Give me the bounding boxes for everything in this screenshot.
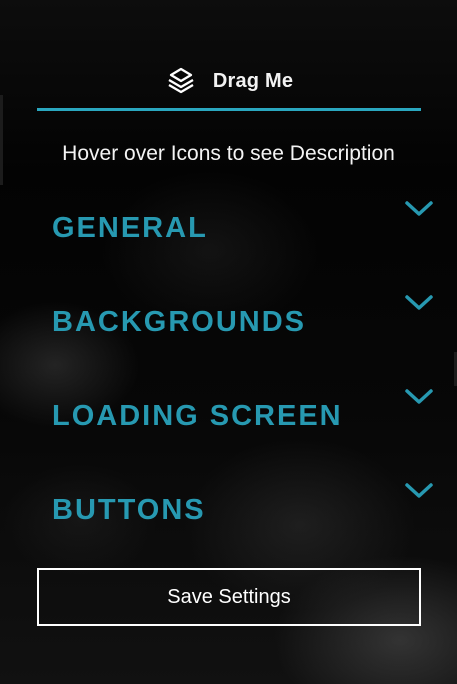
hover-hint: Hover over Icons to see Description [62,142,395,165]
settings-panel: Drag Me Hover over Icons to see Descript… [0,0,457,684]
chevron-down-icon[interactable] [404,387,434,407]
section-general[interactable]: GENERAL [52,201,434,249]
chevron-down-icon[interactable] [404,199,434,219]
header-divider [37,108,421,111]
drag-handle[interactable]: Drag Me [37,52,421,110]
section-buttons-label: BUTTONS [52,494,206,526]
chevron-down-icon[interactable] [404,481,434,501]
section-loading-screen-label: LOADING SCREEN [52,400,343,432]
drag-title: Drag Me [212,69,294,92]
section-backgrounds[interactable]: BACKGROUNDS [52,295,434,343]
section-backgrounds-label: BACKGROUNDS [52,306,306,338]
section-buttons[interactable]: BUTTONS [52,483,434,531]
section-general-label: GENERAL [52,212,208,244]
save-settings-button[interactable]: Save Settings [37,568,421,626]
section-loading-screen[interactable]: LOADING SCREEN [52,389,434,437]
stacked-layers-icon [168,67,194,94]
chevron-down-icon[interactable] [404,293,434,313]
